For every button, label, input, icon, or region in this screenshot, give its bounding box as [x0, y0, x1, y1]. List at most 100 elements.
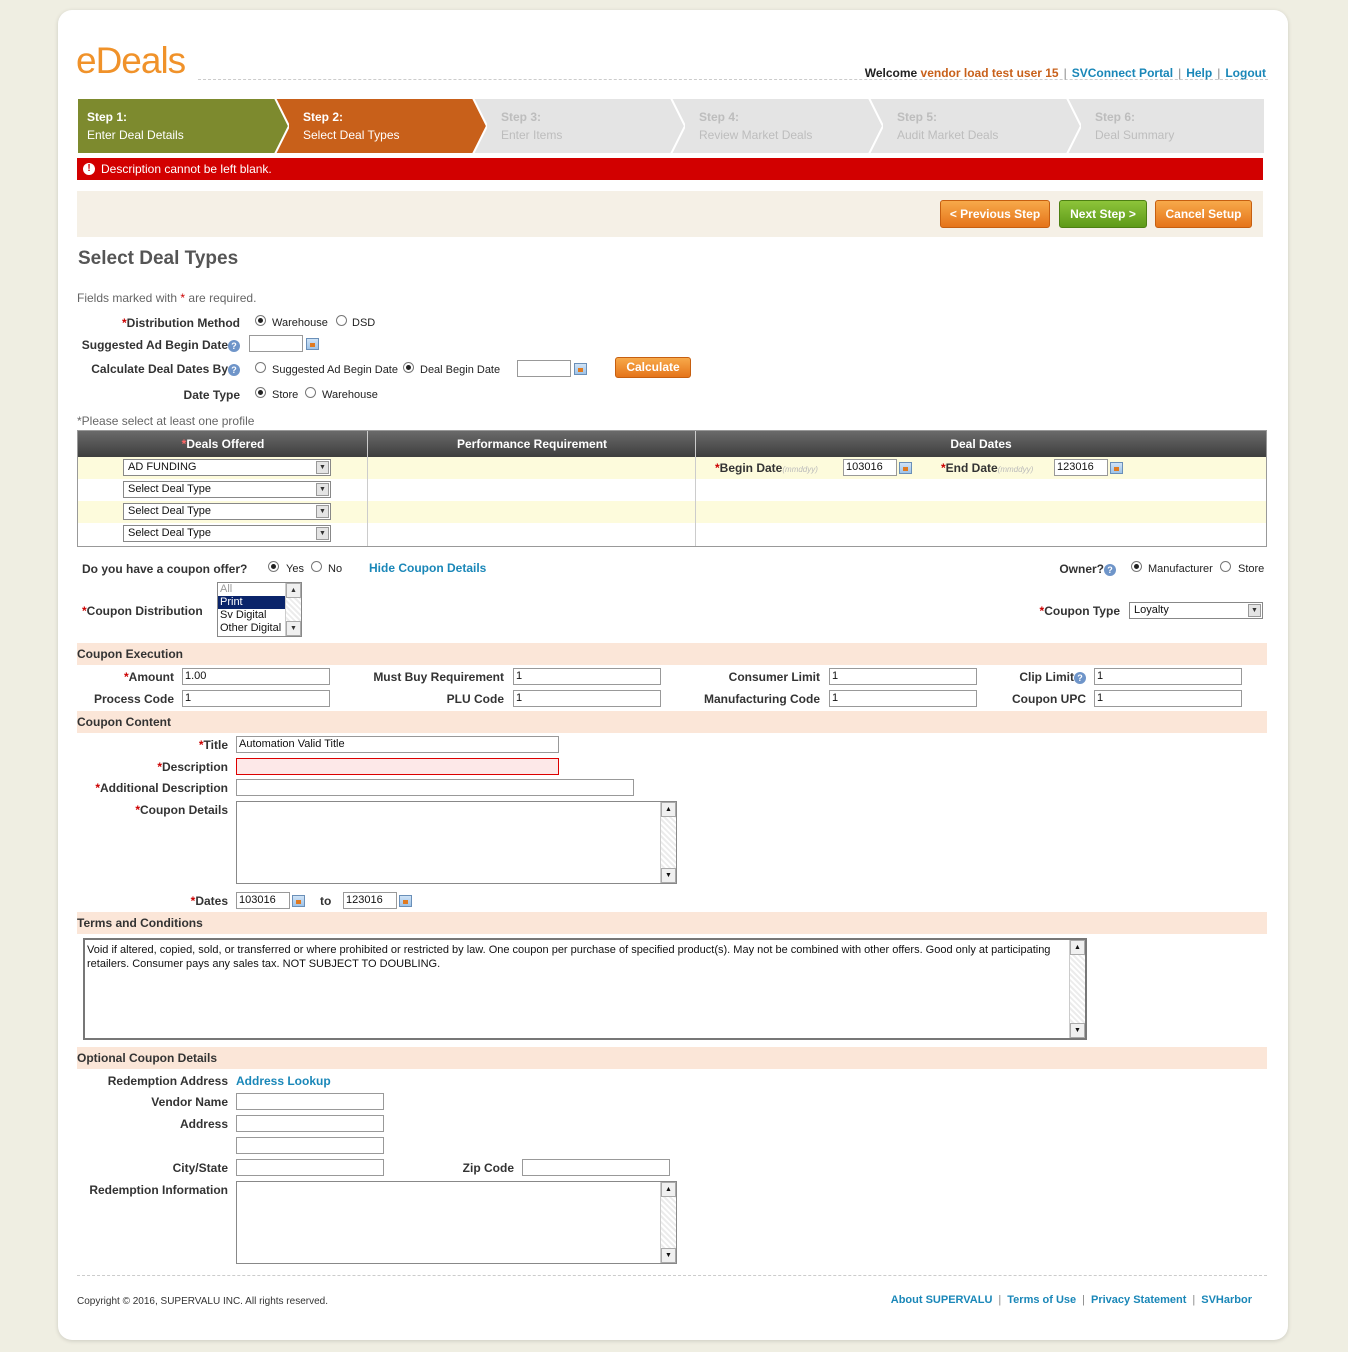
owner-store-radio[interactable] — [1220, 561, 1231, 572]
scrollbar[interactable]: ▲ ▼ — [660, 1182, 676, 1263]
wizard-step-1[interactable]: Step 1: Enter Deal Details — [77, 98, 289, 154]
scrollbar[interactable]: ▲ ▼ — [1069, 940, 1085, 1038]
step-label: Enter Deal Details — [87, 128, 184, 142]
privacy-statement-link[interactable]: Privacy Statement — [1091, 1294, 1186, 1306]
svharbor-link[interactable]: SVHarbor — [1201, 1294, 1252, 1306]
deal-type-select-3[interactable]: Select Deal Type ▼ — [123, 503, 331, 520]
list-item[interactable]: Print — [218, 596, 287, 609]
cancel-setup-button[interactable]: Cancel Setup — [1155, 200, 1252, 228]
deal-type-select-2[interactable]: Select Deal Type ▼ — [123, 481, 331, 498]
calc-date-input[interactable] — [517, 360, 571, 377]
terms-textarea[interactable]: Void if altered, copied, sold, or transf… — [83, 938, 1087, 1040]
scrollbar[interactable]: ▲ ▼ — [660, 802, 676, 883]
address-lookup-link[interactable]: Address Lookup — [236, 1074, 331, 1088]
vendor-name-input[interactable] — [236, 1093, 384, 1110]
calendar-icon[interactable] — [306, 338, 319, 350]
coupon-type-select[interactable]: Loyalty ▼ — [1129, 602, 1263, 619]
about-supervalu-link[interactable]: About SUPERVALU — [891, 1294, 993, 1306]
address-line2-input[interactable] — [236, 1137, 384, 1154]
calendar-icon[interactable] — [574, 363, 587, 375]
error-message: Description cannot be left blank. — [101, 162, 272, 176]
help-icon[interactable]: ? — [228, 339, 240, 352]
manufacturing-code-input[interactable]: 1 — [829, 690, 977, 707]
coupon-upc-input[interactable]: 1 — [1094, 690, 1242, 707]
manufacturing-code-label: Manufacturing Code — [704, 692, 820, 706]
step-title: Step 3: — [501, 110, 542, 124]
help-link[interactable]: Help — [1186, 66, 1212, 80]
help-icon[interactable]: ? — [1104, 563, 1116, 576]
calc-deal-begin-label: Deal Begin Date — [420, 364, 501, 376]
title-input[interactable]: Automation Valid Title — [236, 736, 559, 753]
wizard-step-6: Step 6: Deal Summary — [1067, 98, 1279, 154]
additional-description-input[interactable] — [236, 779, 634, 796]
deal-types-table: *Deals Offered Performance Requirement D… — [77, 430, 1267, 547]
end-date-input[interactable]: 123016 — [1054, 459, 1108, 476]
deal-type-select-4[interactable]: Select Deal Type ▼ — [123, 525, 331, 542]
edeals-logo[interactable]: eDeals — [76, 40, 186, 82]
chevron-down-icon: ▼ — [316, 527, 329, 540]
owner-manufacturer-radio[interactable] — [1131, 561, 1142, 572]
logout-link[interactable]: Logout — [1225, 66, 1266, 80]
terms-of-use-link[interactable]: Terms of Use — [1007, 1294, 1076, 1306]
redemption-info-textarea[interactable]: ▲ ▼ — [236, 1181, 677, 1264]
date-type-store-radio[interactable] — [255, 387, 266, 398]
list-item[interactable]: All — [218, 583, 287, 596]
process-code-input[interactable]: 1 — [182, 690, 330, 707]
coupon-date-from-input[interactable]: 103016 — [236, 892, 290, 909]
list-item[interactable]: Other Digital — [218, 622, 287, 635]
distribution-warehouse-radio[interactable] — [255, 315, 266, 326]
calc-deal-begin-radio[interactable] — [403, 362, 414, 373]
calc-suggested-ad-radio[interactable] — [255, 362, 266, 373]
wizard-step-2[interactable]: Step 2: Select Deal Types — [275, 98, 487, 154]
amount-label: *Amount — [124, 670, 174, 684]
calendar-icon[interactable] — [399, 895, 412, 907]
consumer-limit-input[interactable]: 1 — [829, 668, 977, 685]
deal-type-select-1[interactable]: AD FUNDING ▼ — [123, 459, 331, 476]
header-deals-offered: *Deals Offered — [181, 437, 265, 451]
coupon-date-to-input[interactable]: 123016 — [343, 892, 397, 909]
date-type-label: Date Type — [183, 388, 240, 402]
zip-code-input[interactable] — [522, 1159, 670, 1176]
calendar-icon[interactable] — [1110, 462, 1123, 474]
next-step-button[interactable]: Next Step > — [1059, 200, 1147, 228]
amount-input[interactable]: 1.00 — [182, 668, 330, 685]
previous-step-button[interactable]: < Previous Step — [940, 200, 1050, 228]
help-icon[interactable]: ? — [1074, 671, 1086, 684]
calculate-button[interactable]: Calculate — [615, 357, 691, 378]
date-type-warehouse-radio[interactable] — [305, 387, 316, 398]
page-title: Select Deal Types — [78, 248, 239, 269]
distribution-dsd-radio[interactable] — [336, 315, 347, 326]
hide-coupon-details-link[interactable]: Hide Coupon Details — [369, 561, 486, 575]
list-item[interactable]: Sv Digital — [218, 609, 287, 622]
coupon-distribution-list[interactable]: All Print Sv Digital Other Digital ▲ ▼ — [217, 582, 302, 637]
dates-to-label: to — [320, 894, 332, 908]
coupon-offer-yes-radio[interactable] — [268, 561, 279, 572]
help-icon[interactable]: ? — [228, 363, 240, 376]
clip-limit-input[interactable]: 1 — [1094, 668, 1242, 685]
consumer-limit-label: Consumer Limit — [728, 670, 820, 684]
plu-code-input[interactable]: 1 — [513, 690, 661, 707]
coupon-type-label: *Coupon Type — [1039, 604, 1120, 618]
svconnect-portal-link[interactable]: SVConnect Portal — [1072, 66, 1173, 80]
owner-label: Owner?? — [1040, 562, 1116, 576]
copyright-text: Copyright © 2016, SUPERVALU INC. All rig… — [77, 1296, 328, 1307]
calendar-icon[interactable] — [292, 895, 305, 907]
coupon-offer-no-radio[interactable] — [311, 561, 322, 572]
list-scrollbar[interactable]: ▲ ▼ — [285, 583, 301, 636]
owner-store-label: Store — [1238, 563, 1265, 575]
calendar-icon[interactable] — [899, 462, 912, 474]
redemption-address-label: Redemption Address — [107, 1074, 228, 1088]
coupon-details-textarea[interactable]: ▲ ▼ — [236, 801, 677, 884]
description-input[interactable] — [236, 758, 559, 775]
address-line1-input[interactable] — [236, 1115, 384, 1132]
date-type-store-label: Store — [272, 389, 299, 401]
wizard-step-3: Step 3: Enter Items — [473, 98, 685, 154]
description-label: *Description — [157, 760, 228, 774]
suggested-ad-begin-date-input[interactable] — [249, 335, 303, 352]
section-optional-coupon-details: Optional Coupon Details — [77, 1047, 1267, 1069]
vendor-name-label: Vendor Name — [151, 1095, 228, 1109]
begin-date-input[interactable]: 103016 — [843, 459, 897, 476]
must-buy-input[interactable]: 1 — [513, 668, 661, 685]
table-header: *Deals Offered Performance Requirement D… — [78, 431, 1266, 457]
city-state-input[interactable] — [236, 1159, 384, 1176]
